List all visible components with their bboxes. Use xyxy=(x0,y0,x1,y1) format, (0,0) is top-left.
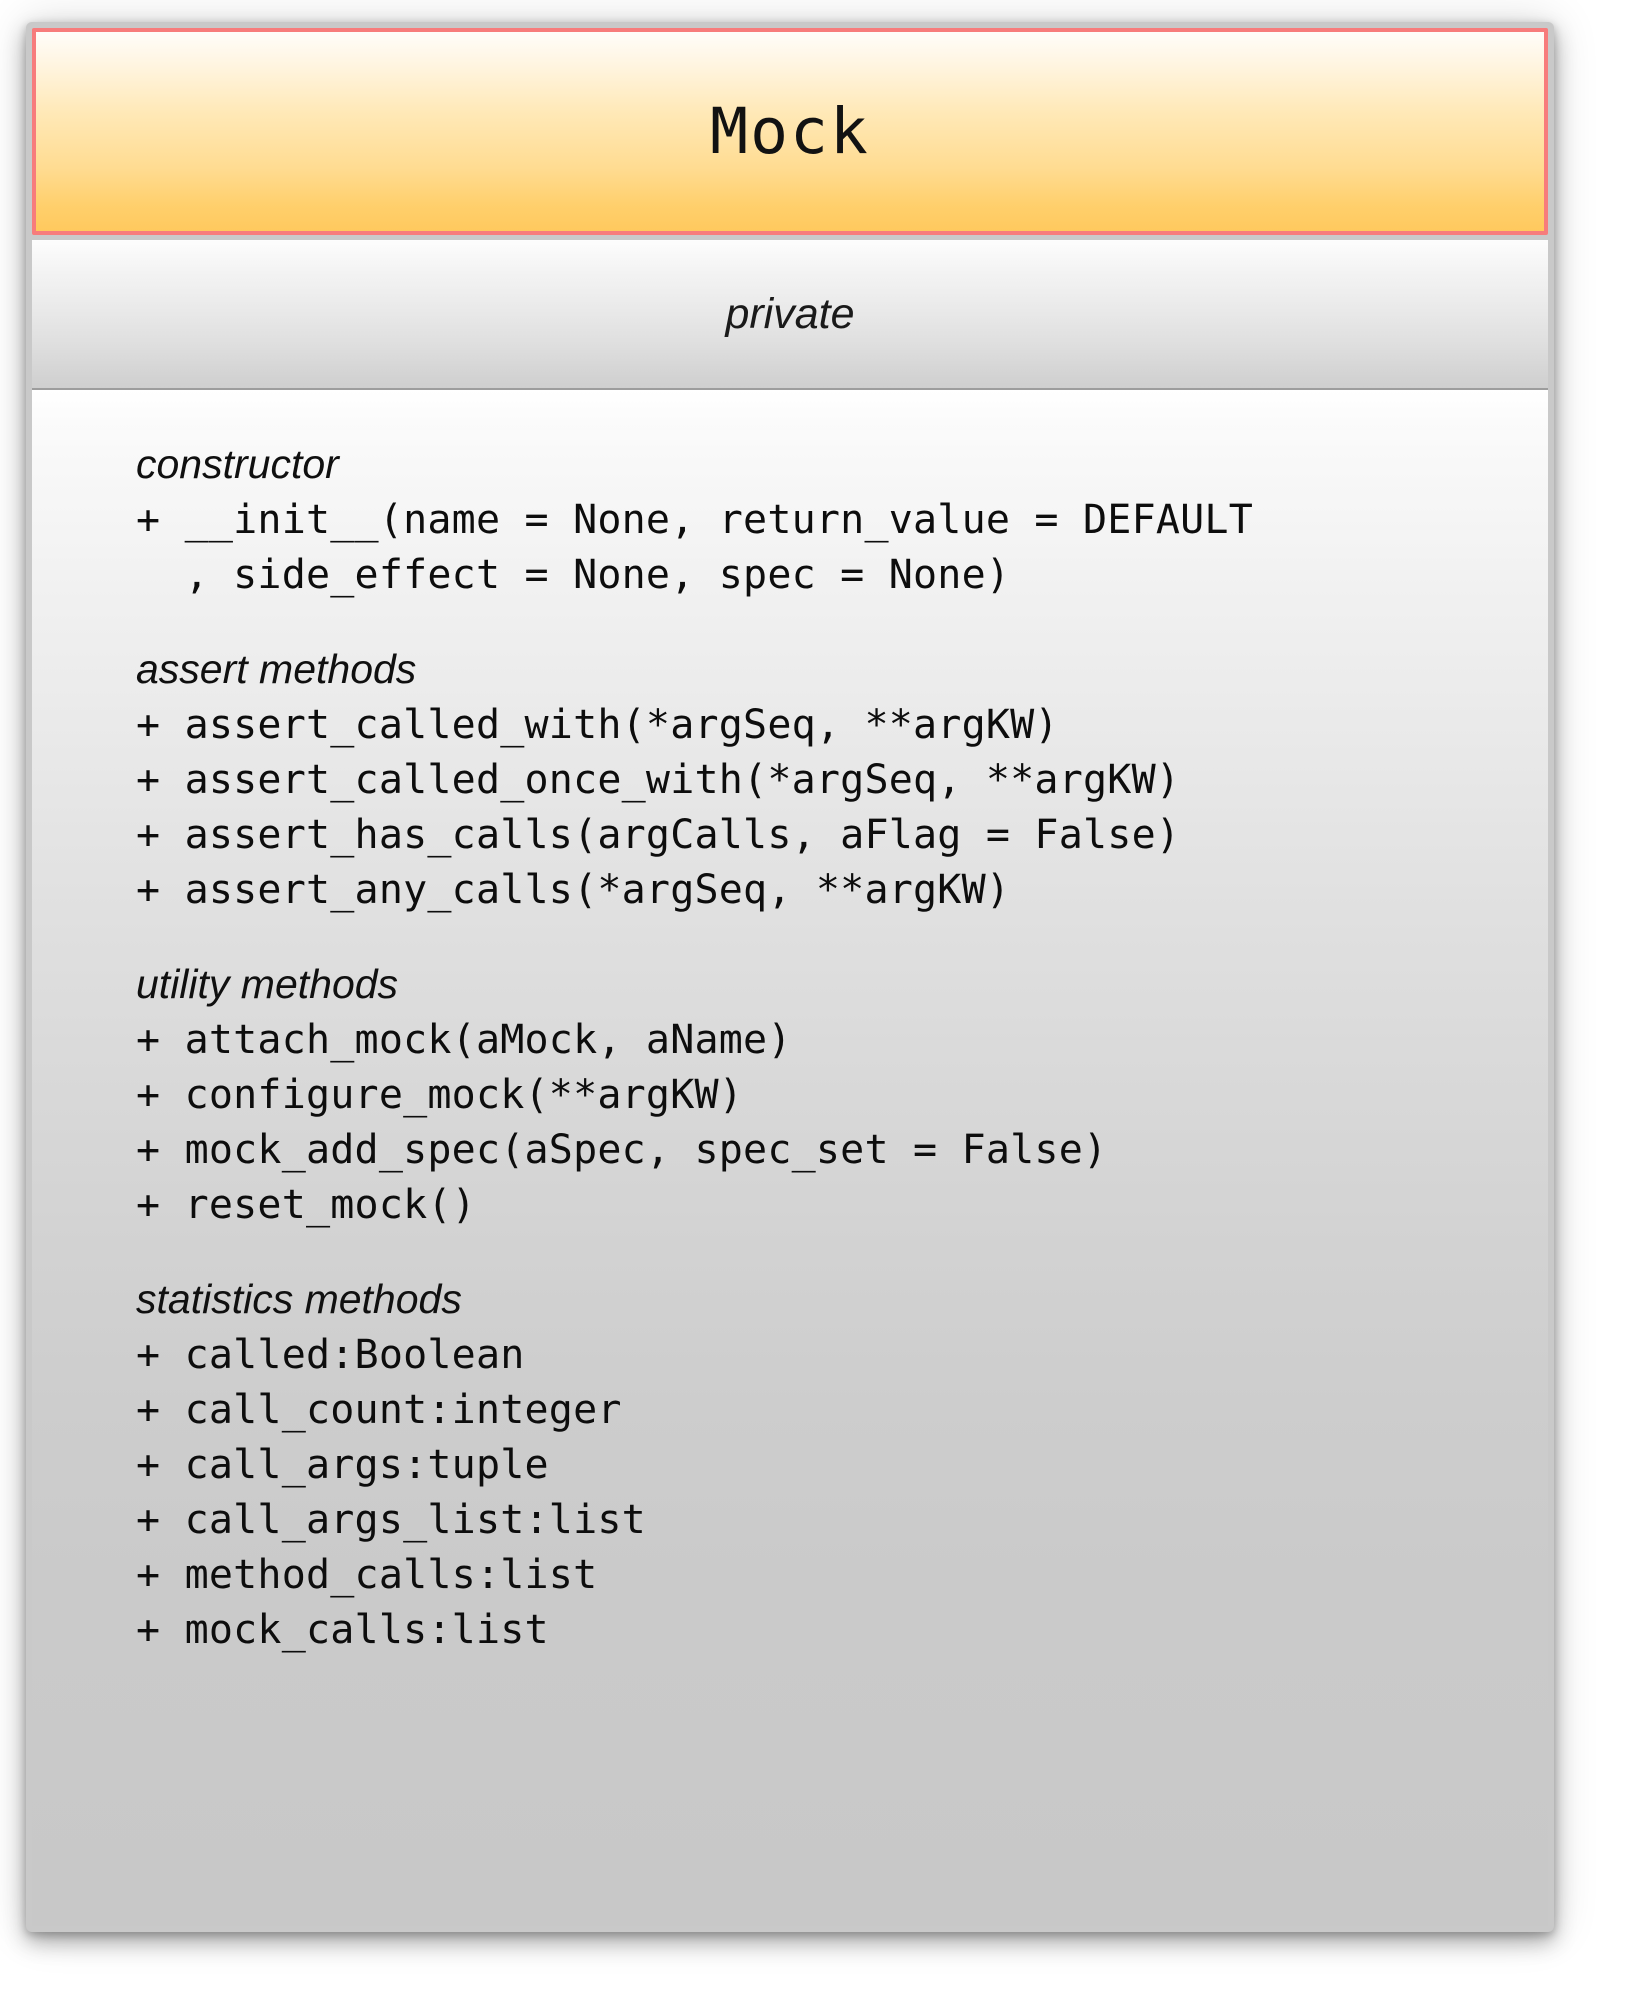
class-member[interactable]: + call_args:tuple xyxy=(32,1438,1548,1493)
member-group-title: assert methods xyxy=(136,646,417,693)
class-member-continuation: , side_effect = None, spec = None) xyxy=(136,552,1011,599)
member-group-title: statistics methods xyxy=(136,1276,462,1323)
class-member[interactable]: + assert_has_calls(argCalls, aFlag = Fal… xyxy=(32,808,1548,863)
class-name-compartment[interactable]: Mock xyxy=(32,28,1548,235)
class-members-compartment[interactable]: constructor + __init__(name = None, retur… xyxy=(32,390,1548,1926)
class-stereotype-label: private xyxy=(725,289,855,338)
class-member[interactable]: + mock_add_spec(aSpec, spec_set = False) xyxy=(32,1123,1548,1178)
member-group: statistics methods + called:Boolean + call… xyxy=(32,1277,1548,1658)
class-member[interactable]: + attach_mock(aMock, aName) xyxy=(32,1013,1548,1068)
class-member[interactable]: + assert_called_once_with(*argSeq, **arg… xyxy=(32,753,1548,808)
member-group-spacer xyxy=(32,603,1548,647)
class-member[interactable]: + __init__(name = None, return_value = D… xyxy=(32,493,1548,548)
member-group-title: constructor xyxy=(136,441,339,487)
class-member[interactable]: + configure_mock(**argKW) xyxy=(32,1068,1548,1123)
class-member[interactable]: + mock_calls:list xyxy=(32,1603,1548,1658)
member-group-spacer xyxy=(32,1233,1548,1277)
member-group: assert methods + assert_called_with(*argS… xyxy=(32,646,1548,918)
class-member[interactable]: + call_count:integer xyxy=(32,1383,1548,1438)
member-group-title: utility methods xyxy=(136,961,399,1008)
class-stereotype-compartment[interactable]: private xyxy=(32,240,1548,390)
class-name-label: Mock xyxy=(710,95,870,168)
uml-class-box[interactable]: Mock private constructor + __init__(name … xyxy=(26,22,1554,1932)
class-member[interactable]: + call_args_list:list xyxy=(32,1493,1548,1548)
class-member[interactable]: + reset_mock() xyxy=(32,1178,1548,1233)
member-group-spacer xyxy=(32,918,1548,962)
diagram-canvas: Mock private constructor + __init__(name … xyxy=(0,0,1630,1992)
class-member[interactable]: + assert_any_calls(*argSeq, **argKW) xyxy=(32,863,1548,918)
member-group: constructor + __init__(name = None, retur… xyxy=(32,441,1548,603)
class-member[interactable]: + called:Boolean xyxy=(32,1328,1548,1383)
class-member[interactable]: + method_calls:list xyxy=(32,1548,1548,1603)
member-group: utility methods + attach_mock(aMock, aNam… xyxy=(32,962,1548,1233)
class-member[interactable]: + assert_called_with(*argSeq, **argKW) xyxy=(32,698,1548,753)
